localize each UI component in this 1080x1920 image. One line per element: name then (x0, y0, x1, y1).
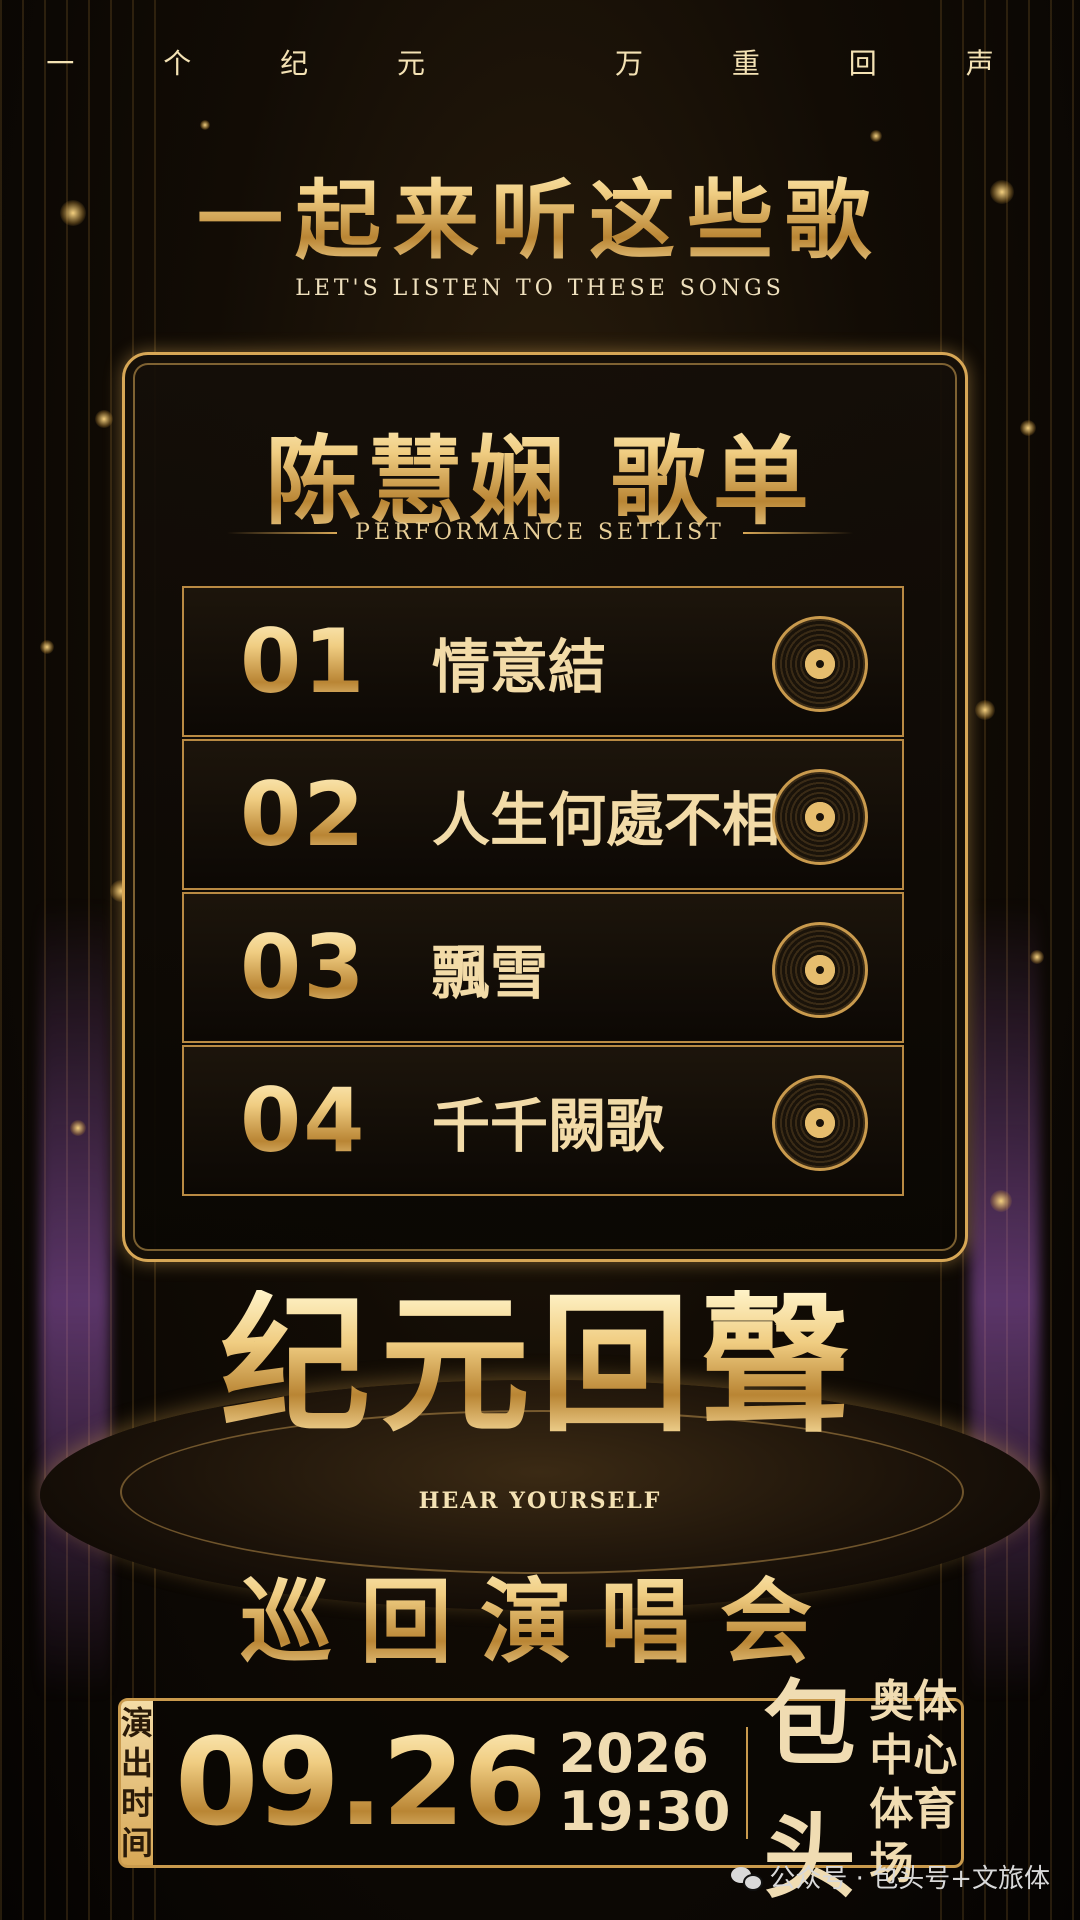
setlist: 01 情意結 02 人生何處不相逢 03 飄雪 04 千千闕歌 (182, 586, 904, 1198)
wechat-icon (731, 1865, 764, 1891)
song-row: 02 人生何處不相逢 (182, 739, 904, 890)
tagline-right: 万 重 回 声 (615, 47, 1034, 80)
venue-line-1: 奥体中心 (869, 1676, 958, 1781)
event-info-bar: 演 出 时 间 09.26 2026 19:30 包头 奥体中心 体育场 (118, 1671, 964, 1911)
song-row: 03 飄雪 (182, 892, 904, 1043)
vinyl-record-icon (772, 1075, 868, 1171)
song-row: 01 情意結 (182, 586, 904, 737)
song-number: 04 (184, 1069, 392, 1172)
vinyl-record-icon (772, 922, 868, 1018)
vinyl-record-icon (772, 769, 868, 865)
event-time: 19:30 (558, 1780, 731, 1843)
setlist-subtitle-row: PERFORMANCE SETLIST (0, 520, 1080, 545)
concert-logo: 纪元回聲 (0, 1290, 1080, 1440)
tagline-left: 一 个 纪 元 (46, 47, 465, 80)
setlist-subtitle: PERFORMANCE SETLIST (355, 520, 725, 545)
divider (746, 1727, 748, 1839)
concert-logo-english: HEAR YOURSELF (418, 1488, 662, 1514)
ornament-left (227, 531, 338, 534)
event-date: 09.26 (153, 1714, 547, 1853)
watermark: 公众号 · 包头号+文旅体 (731, 1858, 1050, 1895)
song-number: 01 (184, 610, 392, 713)
watermark-text: 公众号 · 包头号+文旅体 (769, 1864, 1050, 1894)
headline-english: LET'S LISTEN TO THESE SONGS (295, 276, 785, 301)
song-number: 03 (184, 916, 392, 1019)
headline: 一起来听这些歌 (0, 150, 1080, 275)
song-number: 02 (184, 763, 392, 866)
showtime-tag: 演 出 时 间 (121, 1701, 154, 1865)
ornament-right (742, 531, 853, 534)
year-time: 2026 19:30 (559, 1725, 731, 1841)
vinyl-record-icon (772, 616, 868, 712)
tour-name: 巡回演唱会 (0, 1548, 1080, 1681)
event-year: 2026 (558, 1722, 709, 1785)
song-row: 04 千千闕歌 (182, 1045, 904, 1196)
tagline: 一 个 纪 元 万 重 回 声 (0, 42, 1080, 82)
